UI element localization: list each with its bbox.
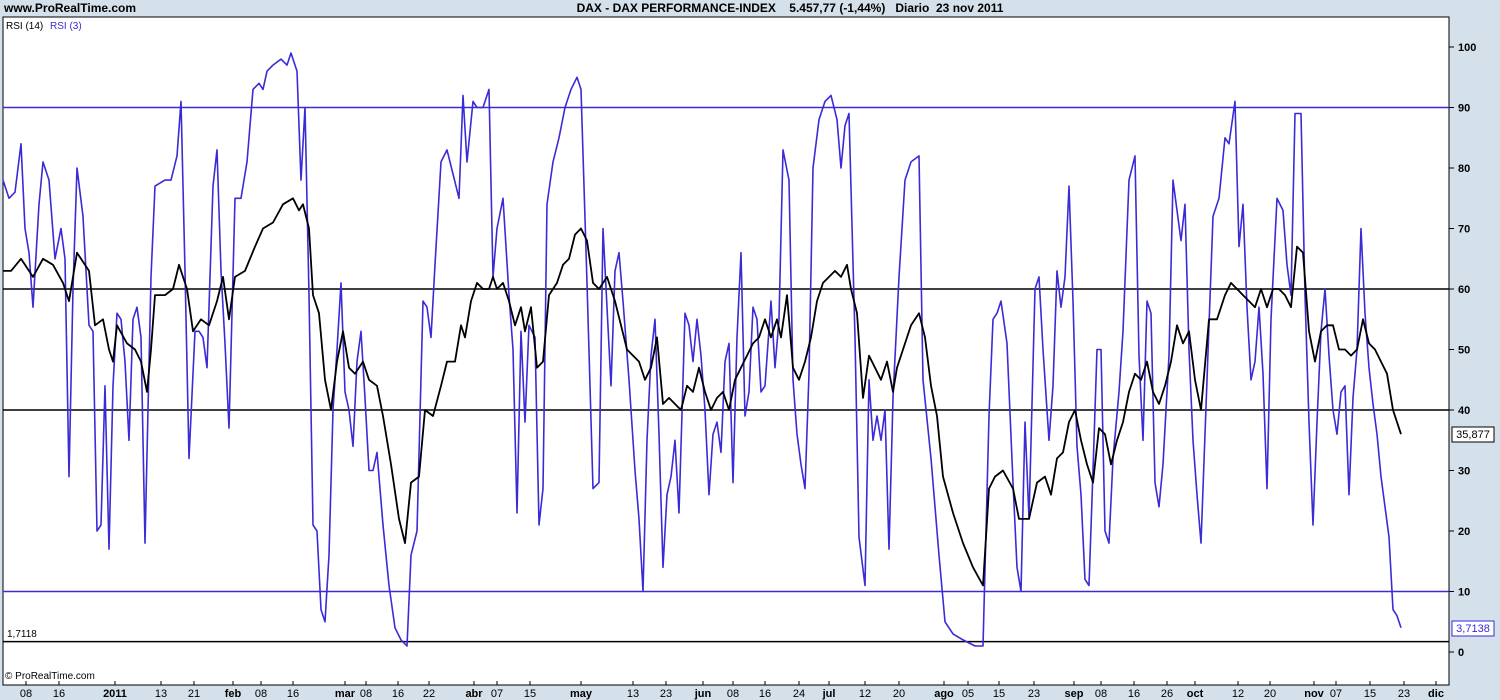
x-tick-label: 12	[859, 688, 871, 700]
y-axis-ticks: 0 10 20 30 40 50 60 70 80 90 100	[1449, 42, 1476, 659]
x-tick-label: 15	[524, 688, 536, 700]
x-tick-label: may	[570, 688, 593, 700]
x-tick-label: 15	[1364, 688, 1376, 700]
x-tick-label: 16	[1128, 688, 1140, 700]
y-tick-label: 80	[1458, 163, 1470, 175]
x-tick-label: 08	[255, 688, 267, 700]
x-tick-label: nov	[1304, 688, 1324, 700]
x-tick-label: 20	[1264, 688, 1276, 700]
x-tick-label: 23	[1028, 688, 1040, 700]
x-tick-label: 08	[1095, 688, 1107, 700]
y-tick-label: 40	[1458, 405, 1470, 417]
x-tick-label: 08	[20, 688, 32, 700]
x-tick-label: 12	[1232, 688, 1244, 700]
x-tick-label: 07	[491, 688, 503, 700]
x-tick-label: 13	[155, 688, 167, 700]
x-tick-label: feb	[225, 688, 242, 700]
x-tick-label: 21	[188, 688, 200, 700]
y-tick-label: 100	[1458, 42, 1476, 54]
y-tick-label: 60	[1458, 284, 1470, 296]
y-tick-label: 10	[1458, 587, 1470, 599]
y-tick-label: 0	[1458, 647, 1464, 659]
site-label[interactable]: www.ProRealTime.com	[3, 1, 136, 15]
x-tick-label: 13	[627, 688, 639, 700]
x-tick-label: 16	[287, 688, 299, 700]
x-tick-label: 07	[1330, 688, 1342, 700]
x-tick-label: abr	[465, 688, 483, 700]
x-tick-label: 20	[893, 688, 905, 700]
rsi-chart: 0 10 20 30 40 50 60 70 80 90 100 08 16 2011 13 21 feb 08…	[2, 1, 1495, 700]
x-tick-label: sep	[1065, 688, 1084, 700]
min-value-label: 1,7118	[7, 629, 37, 640]
x-tick-label: 16	[759, 688, 771, 700]
x-tick-label: 15	[993, 688, 1005, 700]
x-tick-label: oct	[1187, 688, 1204, 700]
x-tick-label: dic	[1428, 688, 1444, 700]
x-tick-label: 22	[423, 688, 435, 700]
last-value-rsi3: 3,7138	[1456, 623, 1490, 635]
y-tick-label: 90	[1458, 103, 1470, 115]
chart-title: DAX - DAX PERFORMANCE-INDEX 5.457,77 (-1…	[577, 1, 1004, 15]
x-tick-label: mar	[335, 688, 356, 700]
x-tick-label: 16	[392, 688, 404, 700]
legend-rsi3: RSI (3)	[50, 21, 82, 32]
legend-rsi14: RSI (14)	[6, 21, 43, 32]
x-tick-label: 08	[727, 688, 739, 700]
y-tick-label: 30	[1458, 466, 1470, 478]
x-tick-label: jun	[694, 688, 712, 700]
x-tick-label: 05	[962, 688, 974, 700]
copyright-label: © ProRealTime.com	[5, 671, 95, 682]
x-tick-label: 26	[1161, 688, 1173, 700]
x-tick-label: 24	[793, 688, 805, 700]
x-tick-label: 23	[1398, 688, 1410, 700]
last-value-rsi14: 35,877	[1456, 429, 1490, 441]
y-tick-label: 70	[1458, 224, 1470, 236]
x-tick-label: 08	[360, 688, 372, 700]
x-tick-label: jul	[822, 688, 836, 700]
y-tick-label: 50	[1458, 345, 1470, 357]
x-tick-label: 2011	[103, 688, 127, 700]
x-tick-label: 16	[53, 688, 65, 700]
x-tick-label: 23	[660, 688, 672, 700]
chart-window: 0 10 20 30 40 50 60 70 80 90 100 08 16 2011 13 21 feb 08…	[0, 0, 1500, 700]
y-tick-label: 20	[1458, 526, 1470, 538]
x-tick-label: ago	[934, 688, 954, 700]
